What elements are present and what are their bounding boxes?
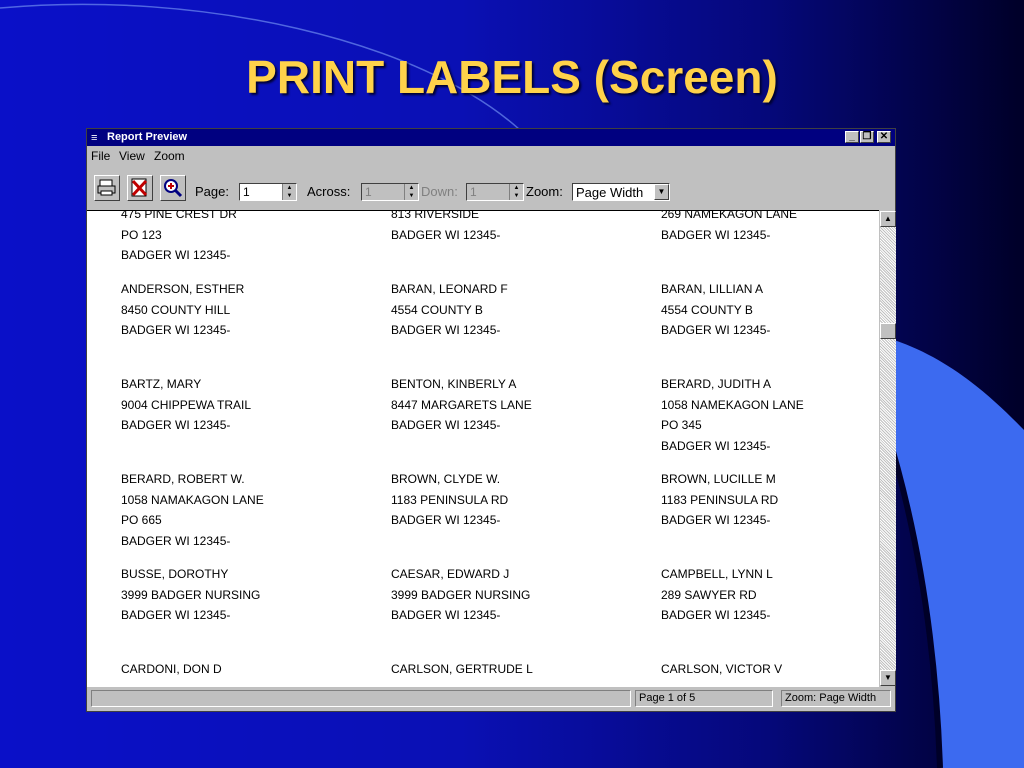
- label-line: PO 665: [121, 513, 162, 527]
- scrollbar-thumb[interactable]: [880, 323, 896, 339]
- dropdown-arrow-icon[interactable]: ▼: [654, 184, 669, 200]
- label-line: CARLSON, GERTRUDE L: [391, 662, 533, 676]
- label-line: BADGER WI 12345-: [121, 533, 231, 548]
- label-line: BADGER WI 12345-: [391, 227, 501, 242]
- status-zoom: Zoom: Page Width: [781, 690, 891, 707]
- zoom-value: Page Width: [576, 185, 644, 200]
- menu-view[interactable]: View: [119, 149, 145, 163]
- down-label: Down:: [421, 184, 458, 199]
- label-line: 475 PINE CREST DR: [121, 210, 237, 221]
- label-line: BADGER WI 12345-: [391, 608, 501, 622]
- scroll-up-arrow-icon[interactable]: ▲: [880, 211, 896, 227]
- label-line: 1058 NAMEKAGON LANE: [661, 397, 804, 412]
- down-spinner[interactable]: 1 ▲ ▼: [466, 183, 524, 201]
- label-line: BADGER WI 12345-: [391, 323, 501, 337]
- label-line: ANDERSON, ESTHER: [121, 282, 245, 296]
- label-line: CARDONI, DON D: [121, 662, 222, 676]
- page-label: Page:: [195, 184, 229, 199]
- close-preview-button[interactable]: [127, 175, 153, 201]
- label-line: CAMPBELL, LYNN L: [661, 567, 773, 581]
- label-line: PO 345: [661, 418, 702, 432]
- label-line: 289 SAWYER RD: [661, 587, 757, 602]
- label-line: 3999 BADGER NURSING: [121, 587, 261, 602]
- label-line: 1183 PENINSULA RD: [661, 492, 779, 507]
- across-spinner[interactable]: 1 ▲ ▼: [361, 183, 419, 201]
- label-line: BENTON, KINBERLY A: [391, 377, 517, 391]
- label-line: 1058 NAMAKAGON LANE: [121, 492, 264, 507]
- spinner-arrows-icon[interactable]: ▲ ▼: [282, 184, 296, 200]
- label-line: BADGER WI 12345-: [121, 323, 231, 337]
- report-preview-window: ≡ Report Preview _ ❐ ✕ File View Zoom Pa…: [86, 128, 896, 712]
- menu-bar: File View Zoom: [87, 146, 895, 166]
- restore-button[interactable]: ❐: [860, 131, 874, 143]
- toolbar: Page: 1 ▲ ▼ Across: 1 ▲ ▼ Down: 1 ▲ ▼ Zoom:: [87, 169, 895, 209]
- label-line: 269 NAMEKAGON LANE: [661, 210, 798, 221]
- label-line: BERARD, JUDITH A: [661, 377, 772, 391]
- label-line: 813 RIVERSIDE: [391, 210, 480, 221]
- status-page: Page 1 of 5: [635, 690, 773, 707]
- label-line: BROWN, CLYDE W.: [391, 472, 501, 486]
- menu-zoom[interactable]: Zoom: [154, 149, 185, 163]
- label-line: 9004 CHIPPEWA TRAIL: [121, 397, 252, 412]
- label-line: PO 123: [121, 227, 162, 242]
- label-line: BARAN, LILLIAN A: [661, 282, 764, 296]
- zoom-button[interactable]: [160, 175, 186, 201]
- label-line: 1183 PENINSULA RD: [391, 492, 509, 507]
- menu-file[interactable]: File: [91, 149, 110, 163]
- across-value: 1: [365, 185, 372, 199]
- label-line: BADGER WI 12345-: [391, 418, 501, 432]
- label-line: 8450 COUNTY HILL: [121, 302, 231, 317]
- magnifier-icon: [164, 179, 183, 198]
- label-line: BADGER WI 12345-: [661, 608, 771, 622]
- down-value: 1: [470, 185, 477, 199]
- label-line: BADGER WI 12345-: [661, 227, 771, 242]
- window-title: Report Preview: [107, 131, 188, 143]
- across-label: Across:: [307, 184, 351, 199]
- label-line: 4554 COUNTY B: [391, 302, 483, 317]
- scroll-down-arrow-icon[interactable]: ▼: [880, 670, 896, 686]
- label-line: 3999 BADGER NURSING: [391, 587, 531, 602]
- status-message: [91, 690, 631, 707]
- zoom-label: Zoom:: [526, 184, 563, 199]
- report-preview-page: 475 PINE CREST DR PO 123 BADGER WI 12345- 8…: [87, 210, 879, 687]
- label-line: BADGER WI 12345-: [121, 418, 231, 432]
- label-line: BADGER WI 12345-: [391, 513, 501, 527]
- label-line: BADGER WI 12345-: [661, 513, 771, 527]
- label-line: BUSSE, DOROTHY: [121, 567, 229, 581]
- zoom-select[interactable]: Page Width ▼: [572, 183, 670, 201]
- label-line: BARTZ, MARY: [121, 377, 202, 391]
- label-line: BADGER WI 12345-: [661, 438, 771, 453]
- vertical-scrollbar[interactable]: ▲ ▼: [880, 211, 896, 686]
- close-preview-icon: [131, 178, 148, 197]
- spinner-arrows-icon[interactable]: ▲ ▼: [509, 184, 523, 200]
- label-line: 4554 COUNTY B: [661, 302, 753, 317]
- status-bar: Page 1 of 5 Zoom: Page Width: [87, 687, 895, 711]
- label-line: BARAN, LEONARD F: [391, 282, 508, 296]
- spinner-arrows-icon[interactable]: ▲ ▼: [404, 184, 418, 200]
- label-line: BROWN, LUCILLE M: [661, 472, 776, 486]
- label-line: BADGER WI 12345-: [661, 323, 771, 337]
- label-line: BADGER WI 12345-: [121, 248, 231, 262]
- printer-icon: [97, 179, 116, 196]
- document-icon: ≡: [91, 132, 98, 144]
- close-button[interactable]: ✕: [877, 131, 891, 143]
- slide-title: PRINT LABELS (Screen): [246, 51, 778, 103]
- page-spinner[interactable]: 1 ▲ ▼: [239, 183, 297, 201]
- label-line: 8447 MARGARETS LANE: [391, 397, 532, 412]
- label-line: BERARD, ROBERT W.: [121, 472, 245, 486]
- label-line: CAESAR, EDWARD J: [391, 567, 510, 581]
- page-value: 1: [243, 185, 250, 199]
- label-line: BADGER WI 12345-: [121, 608, 231, 622]
- window-titlebar[interactable]: ≡ Report Preview _ ❐ ✕: [87, 129, 895, 146]
- print-button[interactable]: [94, 175, 120, 201]
- minimize-button[interactable]: _: [845, 131, 859, 143]
- label-line: CARLSON, VICTOR V: [661, 662, 783, 676]
